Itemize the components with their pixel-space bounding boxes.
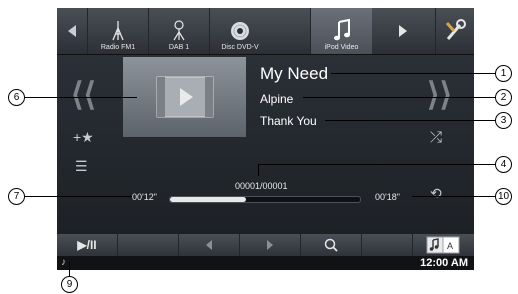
- shuffle-icon[interactable]: ⤮: [430, 129, 442, 146]
- callout-3: 3: [495, 112, 512, 129]
- callout-7: 7: [8, 188, 25, 205]
- search-icon: [324, 238, 338, 252]
- remaining-time: 00'18": [375, 192, 400, 202]
- next-track-swipe-icon[interactable]: ⟩⟩: [427, 75, 452, 113]
- dab-antenna-icon: [173, 20, 185, 41]
- clock: 12:00 AM: [420, 257, 468, 269]
- play-pause-button[interactable]: ▶/II: [57, 234, 118, 256]
- callout-9-line: [69, 262, 70, 276]
- source-ipod-video[interactable]: iPod Video: [310, 8, 372, 54]
- callout-1: 1: [495, 65, 512, 82]
- source-dab1[interactable]: DAB 1: [148, 8, 209, 54]
- setup-button[interactable]: [435, 8, 474, 54]
- callout-7-line: [25, 196, 132, 197]
- callout-2-line: [303, 97, 495, 98]
- prev-button[interactable]: [179, 234, 240, 256]
- tools-icon: [445, 19, 466, 40]
- callout-10-line: [412, 196, 495, 197]
- music-note-icon: [333, 18, 350, 41]
- source-prev-button[interactable]: [57, 8, 87, 54]
- callout-4-drop: [258, 164, 259, 176]
- source-next-button[interactable]: [388, 8, 418, 54]
- next-button[interactable]: [240, 234, 301, 256]
- elapsed-time: 00'12": [132, 192, 157, 202]
- video-artwork-icon: [156, 76, 213, 118]
- left-arrow-icon: [206, 240, 212, 250]
- left-arrow-icon: [68, 25, 76, 37]
- svg-text:A: A: [447, 241, 453, 251]
- favorite-add-icon[interactable]: +★: [73, 129, 94, 146]
- control-bar: ▶/II A: [57, 234, 474, 256]
- artwork-area: [123, 57, 246, 137]
- callout-6: 6: [8, 89, 25, 106]
- callout-6-line: [25, 97, 137, 98]
- now-playing-panel: ⟨⟨ ⟩⟩ My Need Alpine Thank You +★ ⤮ ☰ ⟲ …: [57, 55, 474, 234]
- list-icon[interactable]: ☰: [75, 158, 88, 175]
- repeat-icon[interactable]: ⟲: [430, 185, 442, 202]
- right-arrow-icon: [267, 240, 273, 250]
- prev-track-swipe-icon[interactable]: ⟨⟨: [71, 75, 96, 113]
- callout-2: 2: [495, 89, 512, 106]
- callout-1-line: [331, 73, 495, 74]
- callout-4: 4: [495, 156, 512, 173]
- song-title: My Need: [260, 64, 329, 83]
- head-unit-screen: Radio FM1 DAB 1 Disc DVD-V iPod Video ⟨⟨…: [57, 8, 474, 270]
- callout-4-line: [258, 164, 495, 165]
- callout-9: 9: [61, 276, 78, 293]
- status-bar: ♪ 12:00 AM: [57, 256, 474, 270]
- antenna-icon: [112, 21, 124, 41]
- album-name: Thank You: [260, 114, 317, 128]
- empty-button: [118, 234, 179, 256]
- seek-bar[interactable]: [169, 196, 361, 203]
- artist-name: Alpine: [260, 92, 294, 106]
- search-button[interactable]: [301, 234, 362, 256]
- disc-icon: [231, 22, 249, 40]
- callout-3-line: [325, 120, 495, 121]
- callout-10: 10: [495, 188, 512, 205]
- right-arrow-icon: [399, 25, 407, 37]
- source-bar: Radio FM1 DAB 1 Disc DVD-V iPod Video: [57, 8, 474, 55]
- music-note-status-icon: ♪: [61, 257, 66, 268]
- empty-button-2: [362, 234, 413, 256]
- seek-bar-fill: [170, 197, 246, 202]
- source-disc-dvd[interactable]: Disc DVD-V: [209, 8, 270, 54]
- source-radio-fm1[interactable]: Radio FM1: [87, 8, 148, 54]
- mode-button[interactable]: A: [413, 234, 473, 256]
- track-counter: 00001/00001: [235, 181, 288, 191]
- music-mode-icon: A: [426, 236, 460, 254]
